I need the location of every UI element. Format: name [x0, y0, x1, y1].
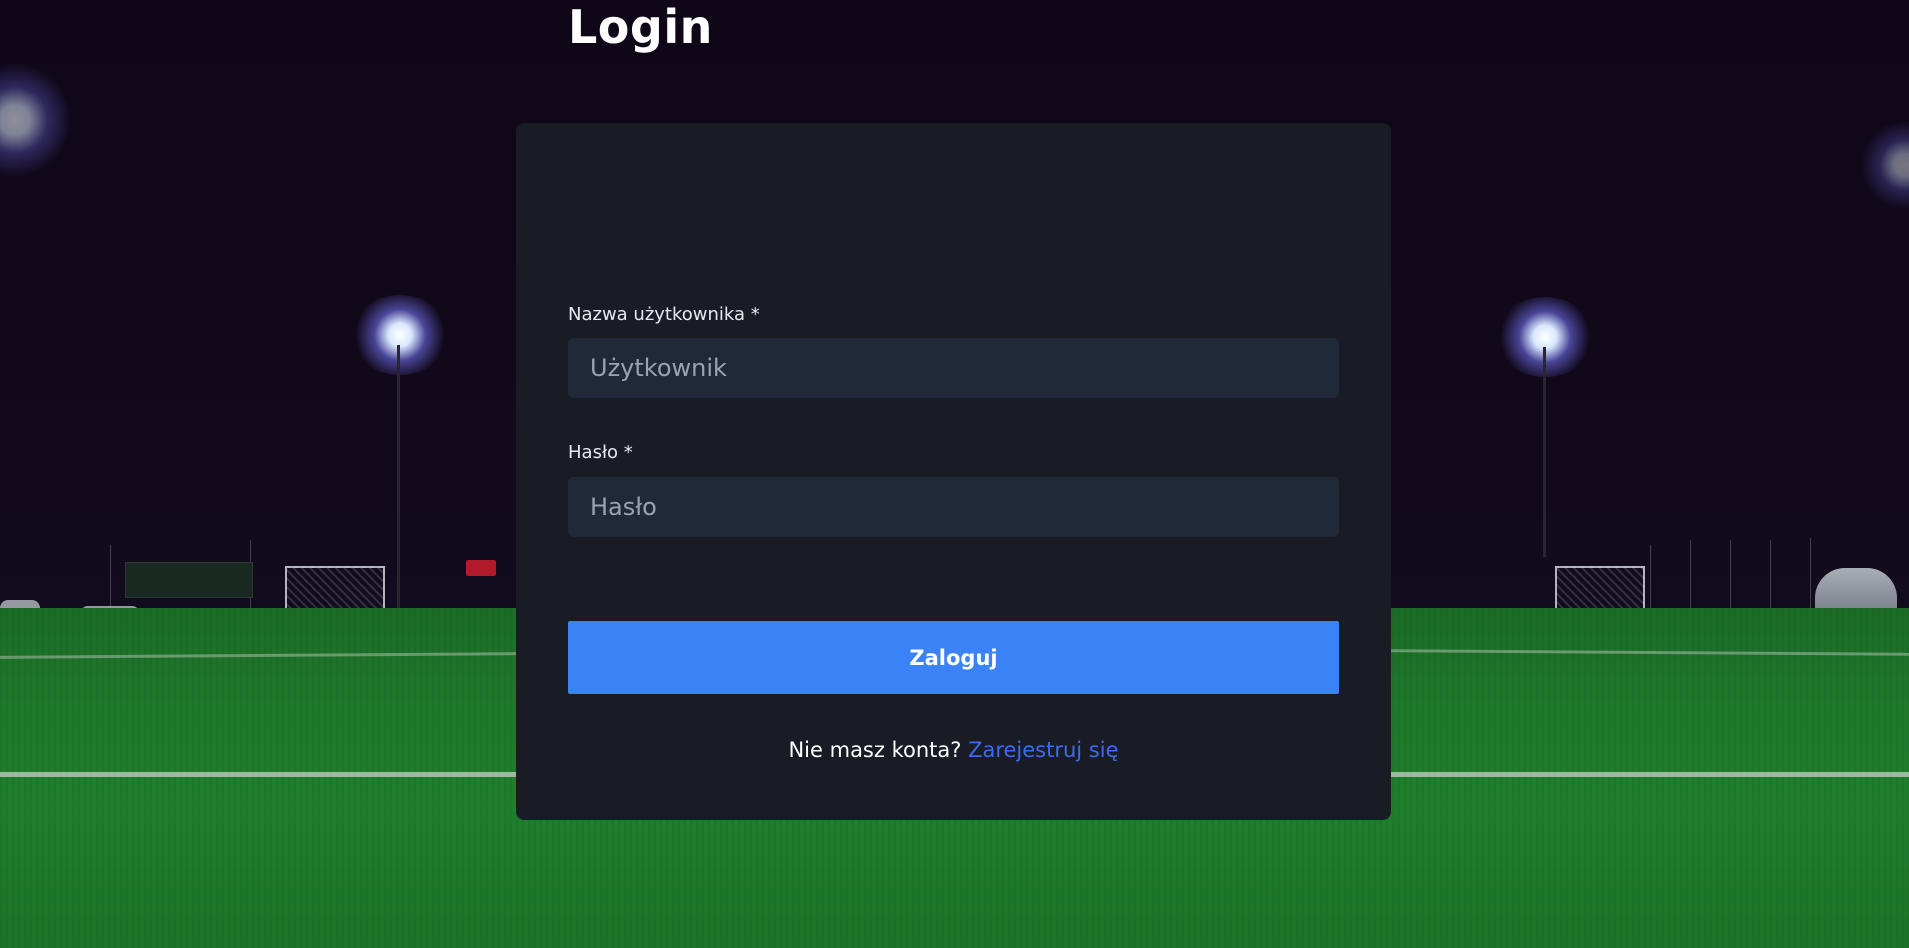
- goal-right: [1555, 566, 1645, 612]
- scoreboard: [125, 562, 253, 598]
- register-prompt: Nie masz konta? Zarejestruj się: [516, 738, 1391, 762]
- sign-left: [466, 560, 496, 576]
- username-label: Nazwa użytkownika *: [568, 304, 760, 325]
- fence-post: [1770, 540, 1771, 615]
- login-card: Login Nazwa użytkownika * Hasło * Zalogu…: [516, 0, 1391, 820]
- register-prompt-text: Nie masz konta?: [788, 738, 962, 762]
- fence-post: [110, 545, 111, 615]
- floodlight-pole-right: [1543, 347, 1546, 557]
- register-link[interactable]: Zarejestruj się: [968, 738, 1118, 762]
- username-input[interactable]: [568, 338, 1339, 398]
- fence-post: [1690, 540, 1691, 615]
- fence-post: [1810, 538, 1811, 615]
- password-input[interactable]: [568, 477, 1339, 537]
- floodlight-left: [350, 295, 450, 375]
- page-title: Login: [568, 0, 713, 54]
- fence-post: [1650, 545, 1651, 615]
- login-button[interactable]: Zaloguj: [568, 621, 1339, 694]
- goal-left: [285, 566, 385, 614]
- fence-post: [1730, 540, 1731, 615]
- password-label: Hasło *: [568, 442, 633, 463]
- floodlight-pole-left: [397, 345, 400, 610]
